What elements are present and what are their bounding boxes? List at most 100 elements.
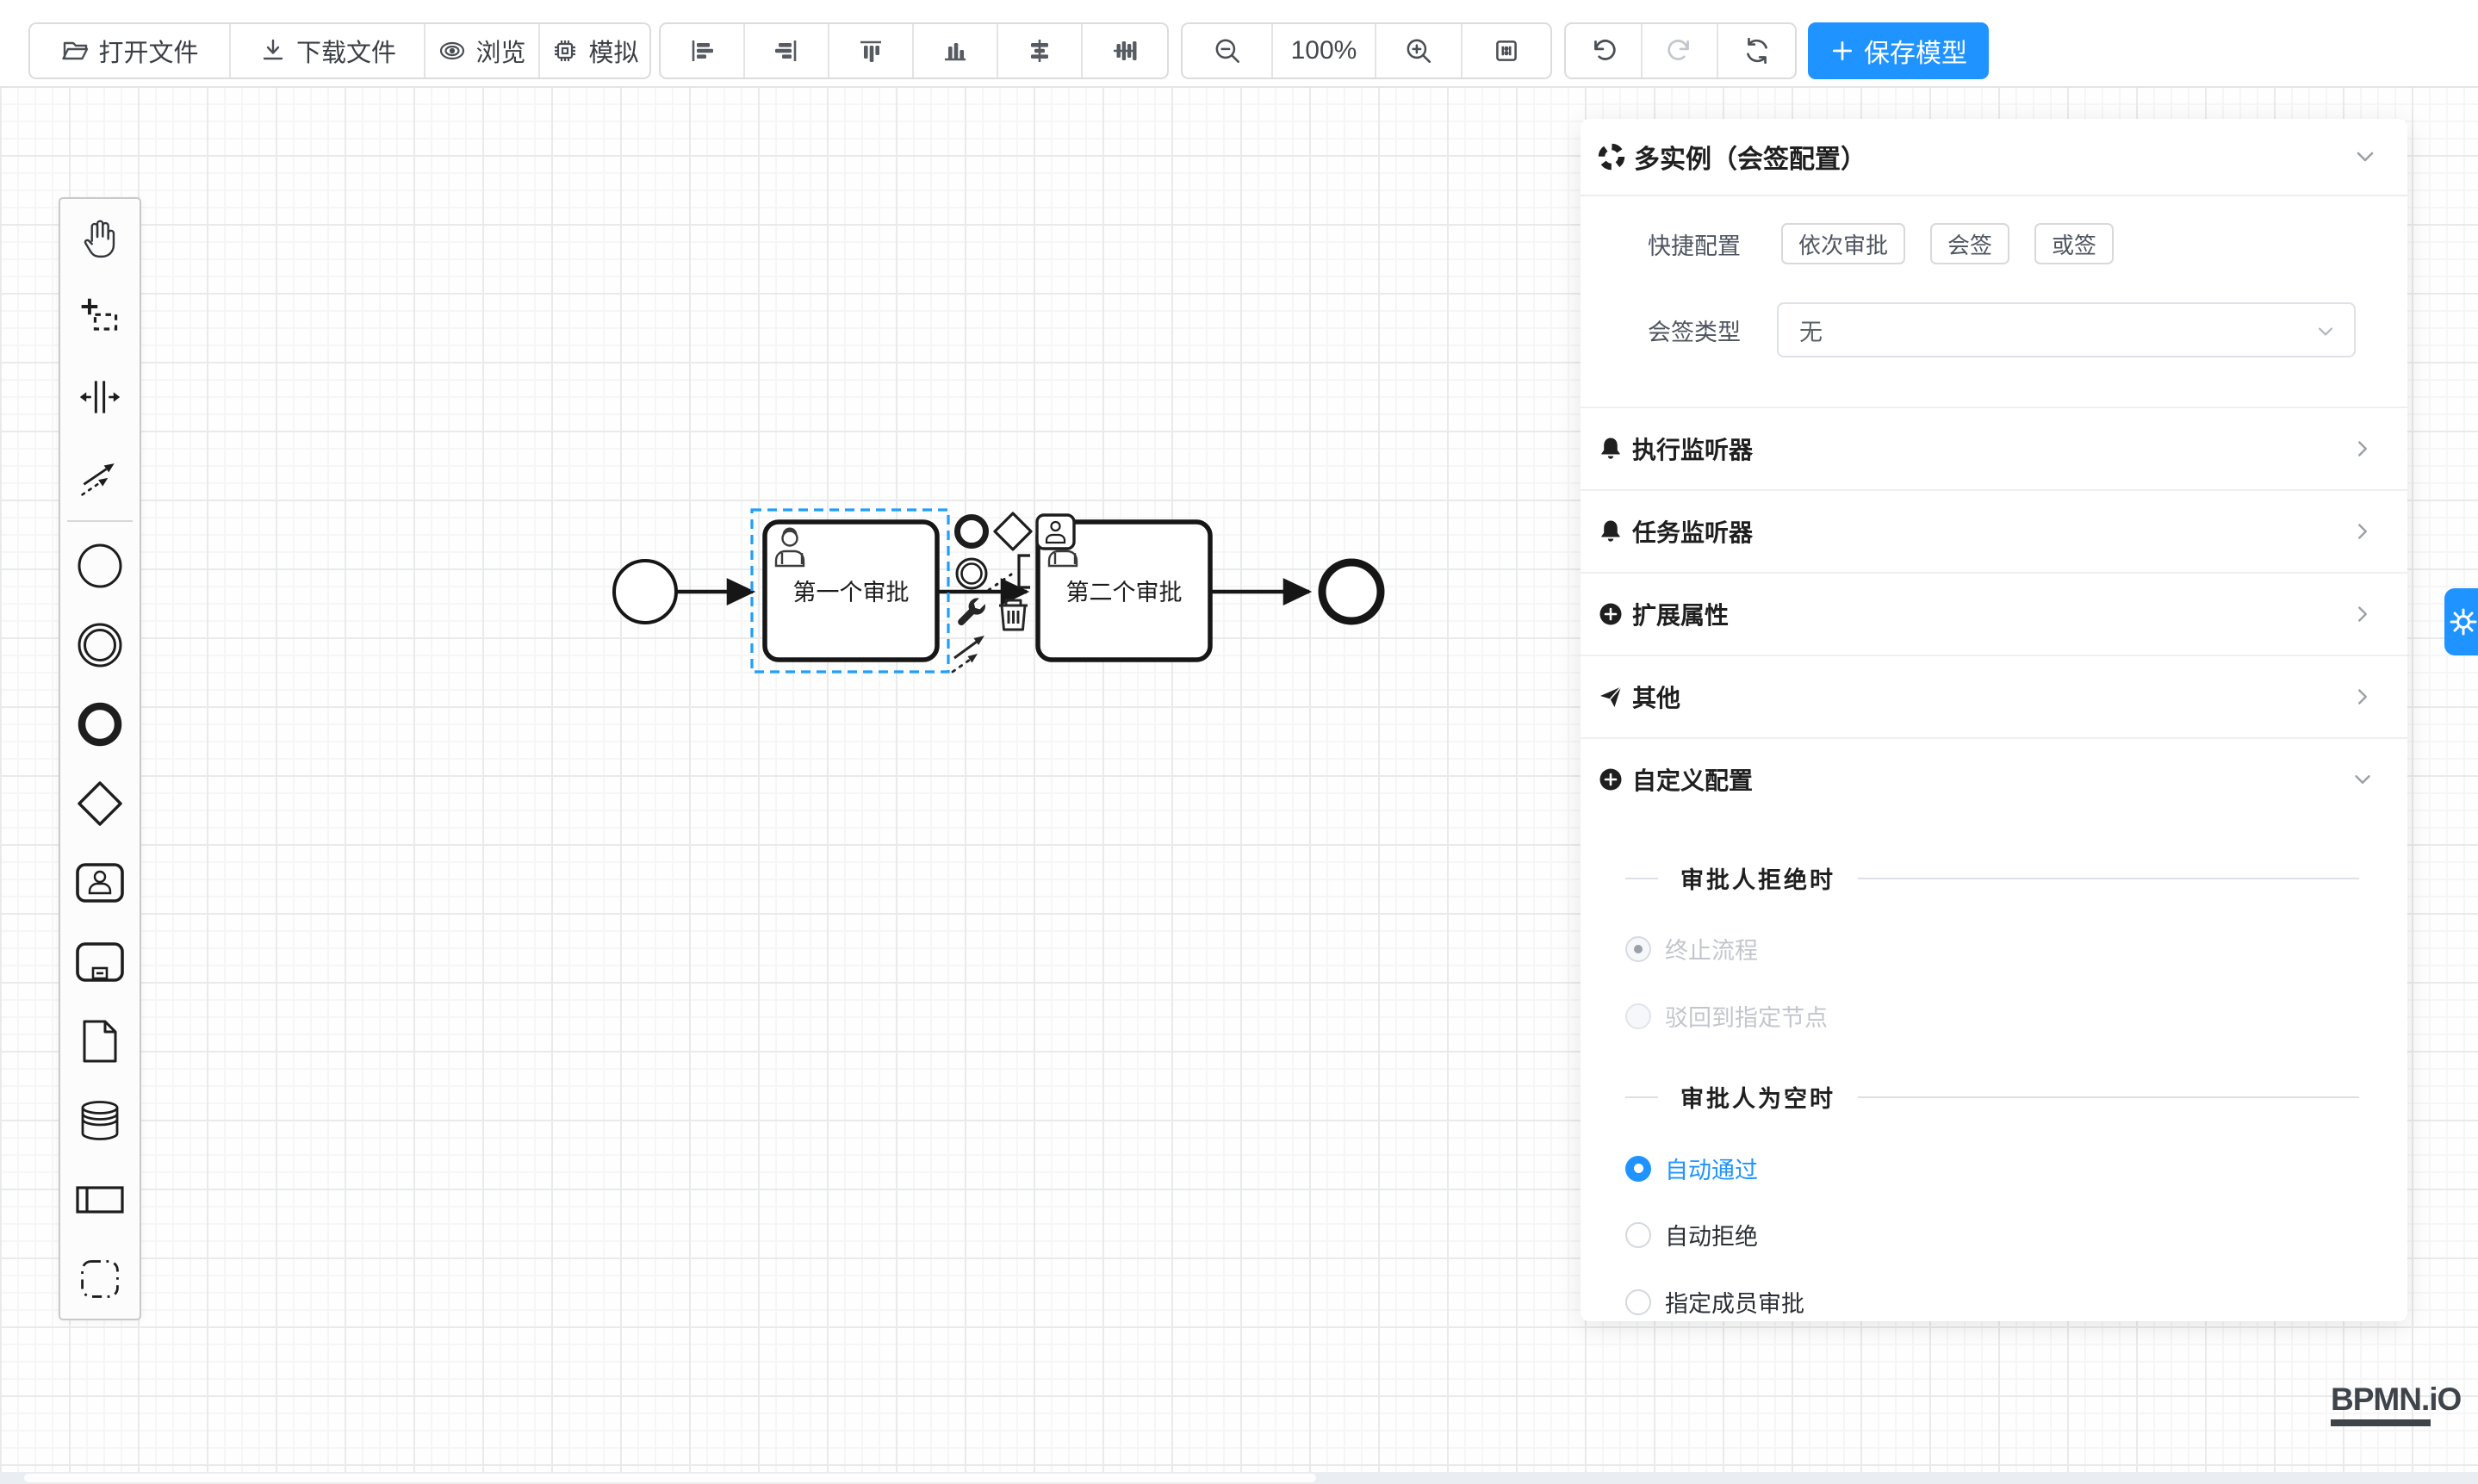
- redo-button[interactable]: [1643, 24, 1718, 78]
- bpmn-io-logo[interactable]: BPMN.iO: [2331, 1382, 2461, 1426]
- sign-type-row: 会签类型 无: [1581, 302, 2407, 357]
- palette-start-event[interactable]: [60, 526, 140, 605]
- zoom-out-button[interactable]: [1183, 24, 1273, 78]
- zoom-out-icon: [1212, 35, 1243, 66]
- download-icon: [258, 36, 288, 65]
- palette-gateway[interactable]: [60, 764, 140, 843]
- panel-title: 多实例（会签配置）: [1634, 138, 2352, 176]
- open-file-button[interactable]: 打开文件: [30, 24, 231, 78]
- element-palette: [59, 197, 141, 1320]
- quick-option-orsign[interactable]: 或签: [2034, 223, 2114, 264]
- save-model-button[interactable]: 保存模型: [1808, 22, 1989, 79]
- panel-header[interactable]: 多实例（会签配置）: [1581, 119, 2407, 196]
- redo-icon: [1664, 35, 1695, 66]
- align-bottom-button[interactable]: [914, 24, 998, 78]
- zoom-level-value: 100%: [1291, 36, 1357, 65]
- bpmn-io-logo-text: BPMN.iO: [2331, 1382, 2461, 1418]
- palette-data-store[interactable]: [60, 1081, 140, 1160]
- folder-open-icon: [60, 36, 90, 65]
- bpmn-io-logo-underline: [2331, 1419, 2431, 1426]
- connect-icon: [78, 454, 122, 499]
- fit-viewport-icon: [1491, 35, 1522, 66]
- palette-subprocess[interactable]: [60, 922, 140, 1002]
- chevron-down-icon: [2352, 144, 2378, 170]
- undo-button[interactable]: [1566, 24, 1643, 78]
- align-center-horizontal-button[interactable]: [998, 24, 1083, 78]
- radio-label: 驳回到指定节点: [1665, 999, 1828, 1033]
- subprocess-icon: [75, 941, 125, 983]
- section-label: 自定义配置: [1632, 762, 2351, 797]
- toolbar-align-group: [659, 22, 1169, 79]
- palette-group[interactable]: [60, 1239, 140, 1319]
- align-right-button[interactable]: [745, 24, 829, 78]
- reset-button[interactable]: [1718, 24, 1795, 78]
- radio-terminate-process[interactable]: 终止流程: [1625, 932, 1758, 966]
- palette-intermediate-event[interactable]: [60, 605, 140, 685]
- quick-config-row: 快捷配置 依次审批 会签 或签: [1581, 223, 2407, 264]
- divider-line: [1858, 878, 2359, 879]
- radio-auto-pass[interactable]: 自动通过: [1625, 1152, 1758, 1185]
- simulate-button[interactable]: 模拟: [540, 24, 649, 78]
- plus-icon: [1829, 38, 1855, 64]
- plus-circle-icon: [1598, 767, 1624, 792]
- toolbar-file-group: 打开文件 下载文件 浏览 模拟: [28, 22, 651, 79]
- hand-tool[interactable]: [60, 199, 140, 278]
- palette-end-event[interactable]: [60, 685, 140, 764]
- global-connect-tool[interactable]: [60, 437, 140, 516]
- toolbar: 打开文件 下载文件 浏览 模拟: [0, 0, 2478, 88]
- palette-separator: [67, 520, 133, 522]
- chevron-down-icon: [2314, 320, 2337, 343]
- lasso-icon: [78, 295, 122, 340]
- quick-config-options: 依次审批 会签 或签: [1781, 223, 2114, 264]
- quick-option-sequential[interactable]: 依次审批: [1781, 223, 1905, 264]
- save-model-label: 保存模型: [1864, 32, 1967, 70]
- section-execution-listener[interactable]: 执行监听器: [1581, 407, 2407, 489]
- properties-panel: 多实例（会签配置） 快捷配置 依次审批 会签 或签 会签类型 无 执行监听器: [1581, 119, 2407, 1321]
- palette-user-task[interactable]: [60, 843, 140, 922]
- zoom-level[interactable]: 100%: [1273, 24, 1376, 78]
- radio-assign-member[interactable]: 指定成员审批: [1625, 1285, 1804, 1319]
- toolbar-history-group: [1564, 22, 1797, 79]
- eye-icon: [438, 36, 467, 65]
- align-left-button[interactable]: [661, 24, 745, 78]
- horizontal-scrollbar[interactable]: [0, 1472, 2478, 1484]
- zoom-in-button[interactable]: [1376, 24, 1463, 78]
- section-label: 执行监听器: [1632, 432, 2351, 466]
- scrollbar-thumb[interactable]: [24, 1474, 1316, 1482]
- align-middle-vertical-button[interactable]: [1083, 24, 1167, 78]
- intermediate-event-icon: [76, 621, 124, 669]
- empty-title: 审批人为空时: [1680, 1080, 1835, 1114]
- download-file-button[interactable]: 下载文件: [231, 24, 425, 78]
- radio-return-to-node[interactable]: 驳回到指定节点: [1625, 999, 1828, 1033]
- chevron-down-icon: [2351, 767, 2375, 792]
- quick-option-countersign[interactable]: 会签: [1930, 223, 2009, 264]
- settings-tab[interactable]: [2444, 588, 2478, 655]
- sign-type-select[interactable]: 无: [1777, 302, 2356, 357]
- align-top-button[interactable]: [829, 24, 914, 78]
- group-icon: [78, 1257, 122, 1301]
- space-tool[interactable]: [60, 357, 140, 437]
- divider-line: [1625, 878, 1658, 879]
- radio-label: 自动拒绝: [1665, 1218, 1758, 1251]
- refresh-icon: [1742, 35, 1773, 66]
- multi-instance-icon: [1598, 143, 1625, 171]
- hand-icon: [78, 216, 122, 261]
- preview-button[interactable]: 浏览: [425, 24, 540, 78]
- chevron-right-icon: [2351, 602, 2375, 626]
- radio-auto-reject[interactable]: 自动拒绝: [1625, 1218, 1758, 1251]
- section-other[interactable]: 其他: [1581, 655, 2407, 737]
- section-task-listener[interactable]: 任务监听器: [1581, 489, 2407, 572]
- section-extended-properties[interactable]: 扩展属性: [1581, 572, 2407, 655]
- align-bottom-icon: [941, 36, 970, 65]
- palette-data-object[interactable]: [60, 1002, 140, 1081]
- section-label: 其他: [1632, 680, 2351, 714]
- space-tool-icon: [78, 375, 122, 419]
- section-custom-config[interactable]: 自定义配置: [1581, 737, 2407, 820]
- preview-label: 浏览: [475, 33, 525, 69]
- lasso-tool[interactable]: [60, 278, 140, 357]
- palette-participant[interactable]: [60, 1160, 140, 1239]
- fit-viewport-button[interactable]: [1463, 24, 1550, 78]
- plus-circle-icon: [1598, 601, 1624, 627]
- divider-line: [1858, 1096, 2359, 1098]
- start-event-icon: [76, 542, 124, 590]
